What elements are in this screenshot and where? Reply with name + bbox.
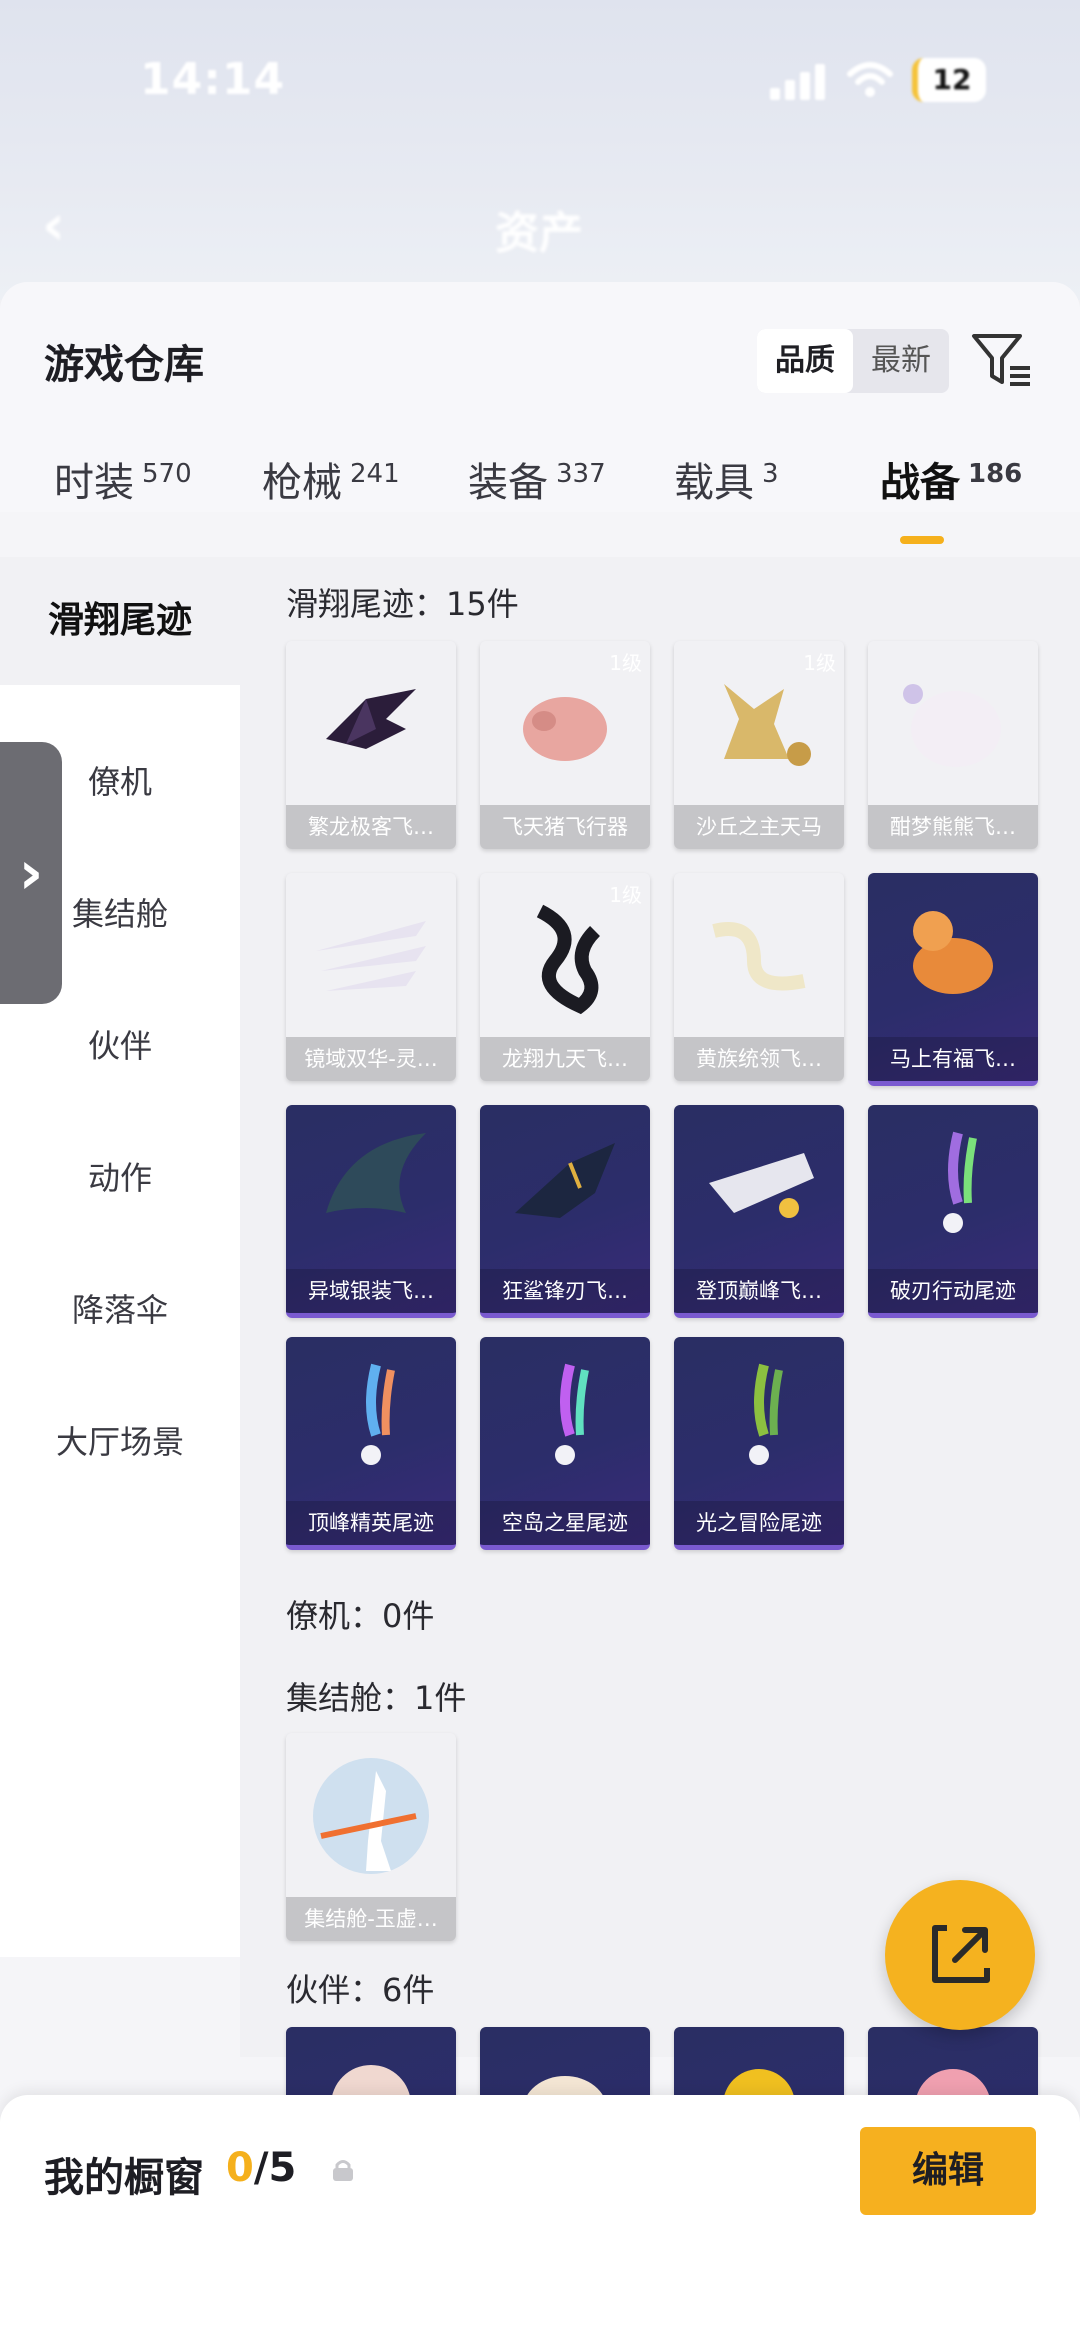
trail-icon [361,1363,395,1465]
item-card[interactable]: 酣梦熊熊飞… [868,641,1038,849]
item-name: 破刃行动尾迹 [868,1269,1038,1313]
assembly-pod-icon [313,1758,429,1874]
page-title: 游戏仓库 [44,342,204,388]
sidebar-item-lobby-scene[interactable]: 大厅场景 [0,1417,240,1463]
flying-pig-icon [523,697,607,761]
item-name: 狂鲨锋刃飞… [480,1269,650,1313]
jet-glider-icon [709,1153,814,1218]
trail-icon [749,1363,783,1465]
showcase-title: 我的橱窗 [44,2155,204,2201]
sidebar-item-partner[interactable]: 伙伴 [0,1021,240,1067]
warehouse-sheet: 游戏仓库 品质 最新 时装 570 枪械 241 装备 337 载具 3 战备 186 滑… [0,282,1080,2341]
bear-glider-icon [903,684,1001,767]
dragon-glider-icon [326,689,416,749]
item-card[interactable]: 空岛之星尾迹 [480,1337,650,1550]
section-label-partner: 伙伴：6件 [286,1971,435,2009]
pegasus-icon [724,684,811,766]
item-name: 龙翔九天飞… [480,1037,650,1081]
sidebar-item-parachute[interactable]: 降落伞 [0,1285,240,1331]
status-bar: 14:14 12 [0,40,1080,120]
tab-equipment[interactable]: 装备 337 [468,450,606,508]
sort-toggle: 品质 最新 [757,329,949,393]
item-name: 异域银装飞… [286,1269,456,1313]
battery-icon: 12 [912,58,986,102]
sort-quality-button[interactable]: 品质 [757,329,853,393]
wifi-icon [847,62,893,97]
item-name: 马上有福飞… [868,1037,1038,1081]
top-nav: ‹ 资产 [0,185,1080,265]
item-card[interactable]: 1级 飞天猪飞行器 [480,641,650,849]
showcase-count: 0/5 [226,2145,297,2191]
filter-icon[interactable] [970,330,1032,392]
tab-vehicles[interactable]: 载具 3 [674,450,779,508]
status-time: 14:14 [140,54,286,105]
back-chevron-icon[interactable]: ‹ [42,193,65,258]
active-tab-indicator [900,536,944,544]
item-card[interactable]: 破刃行动尾迹 [868,1105,1038,1318]
item-name: 空岛之星尾迹 [480,1501,650,1545]
item-name: 黄族统领飞… [674,1037,844,1081]
item-name: 飞天猪飞行器 [480,805,650,849]
section-label-glide: 滑翔尾迹：15件 [286,585,519,623]
item-name: 繁龙极客飞… [286,805,456,849]
nav-title: 资产 [495,208,583,259]
chevron-right-icon: › [18,838,44,908]
item-card[interactable]: 1级 龙翔九天飞… [480,873,650,1081]
showcase-bar: 我的橱窗 0/5 编辑 [0,2095,1080,2341]
shark-glider-icon [515,1143,615,1218]
edit-button[interactable]: 编辑 [860,2127,1036,2215]
item-name: 登顶巅峰飞… [674,1269,844,1313]
tab-fashion[interactable]: 时装 570 [54,450,192,508]
crystal-wings-icon [316,921,426,991]
item-card[interactable]: 马上有福飞… [868,873,1038,1086]
tab-combat-prep[interactable]: 战备 186 [880,450,1022,508]
item-name: 酣梦熊熊飞… [868,805,1038,849]
share-icon [932,1925,990,1983]
item-card[interactable]: 光之冒险尾迹 [674,1337,844,1550]
item-card[interactable]: 异域银装飞… [286,1105,456,1318]
item-card[interactable]: 1级 沙丘之主天马 [674,641,844,849]
share-button[interactable] [885,1880,1035,2030]
item-card[interactable]: 繁龙极客飞… [286,641,456,849]
trail-icon [943,1131,977,1233]
section-label-assembly: 集结舱：1件 [286,1679,467,1717]
category-tabs: 时装 570 枪械 241 装备 337 载具 3 战备 186 [0,412,1080,512]
sort-newest-button[interactable]: 最新 [853,329,949,393]
item-card[interactable]: 顶峰精英尾迹 [286,1337,456,1550]
alien-glider-icon [326,1133,426,1213]
lock-icon [333,2160,353,2181]
black-dragon-icon [536,904,601,1015]
section-label-wingman: 僚机：0件 [286,1597,435,1635]
expand-handle[interactable]: › [0,742,62,1004]
item-name: 集结舱-玉虚… [286,1897,456,1941]
item-name: 镜域双华-灵… [286,1037,456,1081]
item-card[interactable]: 镜域双华-灵… [286,873,456,1081]
item-card[interactable]: 登顶巅峰飞… [674,1105,844,1318]
item-grid: 滑翔尾迹：15件 繁龙极客飞… 1级 飞天猪飞行器 1级 沙丘之主天马 酣梦熊熊… [240,557,1080,2240]
item-card[interactable]: 集结舱-玉虚… [286,1733,456,1941]
gold-dragon-icon [712,922,806,991]
tab-firearms[interactable]: 枪械 241 [262,450,400,508]
signal-icon [770,62,830,100]
sidebar-item-emote[interactable]: 动作 [0,1153,240,1199]
item-name: 沙丘之主天马 [674,805,844,849]
item-card[interactable]: 黄族统领飞… [674,873,844,1081]
sheet-header: 游戏仓库 品质 最新 [0,282,1080,412]
item-name: 光之冒险尾迹 [674,1501,844,1545]
trail-icon [555,1363,589,1465]
sidebar-item-glide-trail[interactable]: 滑翔尾迹 [0,557,240,685]
item-card[interactable]: 狂鲨锋刃飞… [480,1105,650,1318]
horse-toy-icon [913,911,993,994]
item-name: 顶峰精英尾迹 [286,1501,456,1545]
